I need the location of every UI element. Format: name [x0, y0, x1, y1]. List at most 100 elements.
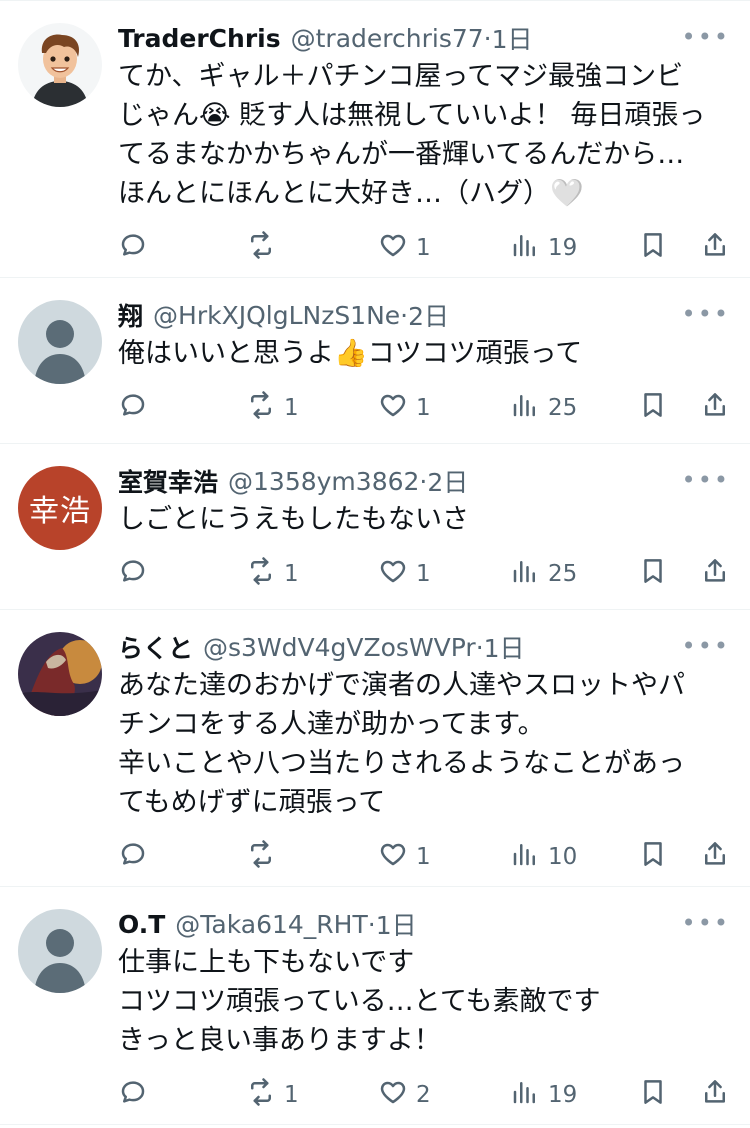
post[interactable]: 翔 @HrkXJQlgLNzS1Ne · 2日 ••• 俺はいいと思うよ👍コツコ… [0, 278, 750, 444]
bookmark-button[interactable] [638, 839, 668, 875]
reply-button[interactable] [118, 390, 156, 426]
timestamp[interactable]: 1日 [492, 20, 533, 56]
display-name[interactable]: O.T [118, 910, 165, 939]
share-button[interactable] [700, 839, 730, 875]
bookmark-button[interactable] [638, 1077, 668, 1113]
handle[interactable]: @HrkXJQlgLNzS1Ne [153, 301, 400, 330]
more-options-icon[interactable]: ••• [682, 909, 730, 937]
more-options-icon[interactable]: ••• [682, 23, 730, 51]
repost-button[interactable]: 1 [246, 390, 299, 426]
avatar[interactable] [18, 909, 102, 993]
repost-icon [246, 556, 276, 592]
share-button[interactable] [700, 230, 730, 266]
repost-button[interactable]: 1 [246, 556, 299, 592]
heart-icon [378, 556, 408, 592]
views-count: 25 [548, 395, 578, 421]
share-button[interactable] [700, 556, 730, 592]
display-name[interactable]: 室賀幸浩 [118, 463, 218, 499]
views-button[interactable]: 19 [510, 230, 577, 266]
time-separator: · [400, 300, 409, 330]
reply-feed: TraderChris @traderchris77 · 1日 ••• てか、ギ… [0, 0, 750, 1125]
heart-icon [378, 1077, 408, 1113]
post-text: 俺はいいと思うよ👍コツコツ頑張って [118, 338, 583, 369]
bookmark-icon [638, 230, 668, 266]
more-options-icon[interactable]: ••• [682, 300, 730, 328]
post[interactable]: らくと @s3WdV4gVZosWVPr · 1日 ••• あなた達のおかげで演… [0, 610, 750, 887]
avatar-text: 幸浩 [29, 494, 91, 529]
more-options-icon[interactable]: ••• [682, 632, 730, 660]
time-separator: · [483, 23, 492, 53]
views-button[interactable]: 25 [510, 390, 577, 426]
post-text: あなた達のおかげで演者の人達やスロットやパチンコをする人達が助かってます。 辛い… [118, 670, 685, 818]
like-button[interactable]: 1 [378, 390, 431, 426]
post[interactable]: TraderChris @traderchris77 · 1日 ••• てか、ギ… [0, 0, 750, 278]
reply-button[interactable] [118, 839, 156, 875]
like-button[interactable]: 1 [378, 839, 431, 875]
handle[interactable]: @traderchris77 [291, 24, 484, 53]
reply-icon [118, 1077, 148, 1113]
likes-count: 2 [416, 1082, 431, 1108]
heart-icon [378, 390, 408, 426]
bookmark-button[interactable] [638, 230, 668, 266]
post-text: 仕事に上も下もないです コツコツ頑張っている…とても素敵です きっと良い事ありま… [118, 947, 601, 1056]
default-avatar-icon [18, 300, 102, 384]
bookmark-button[interactable] [638, 556, 668, 592]
avatar[interactable] [18, 23, 102, 107]
reply-icon [118, 839, 148, 875]
timestamp[interactable]: 2日 [408, 297, 449, 333]
repost-icon [246, 839, 276, 875]
display-name[interactable]: TraderChris [118, 24, 281, 53]
post-text: てか、ギャル＋パチンコ屋ってマジ最強コンビじゃん😭 貶す人は無視していいよ！ 毎… [118, 61, 706, 209]
bookmark-icon [638, 839, 668, 875]
share-button[interactable] [700, 390, 730, 426]
timestamp[interactable]: 2日 [427, 463, 468, 499]
handle[interactable]: @1358ym3862 [228, 467, 419, 496]
heart-icon [378, 230, 408, 266]
post[interactable]: O.T @Taka614_RHT · 1日 ••• 仕事に上も下もないです コツ… [0, 887, 750, 1125]
handle[interactable]: @s3WdV4gVZosWVPr [203, 633, 476, 662]
views-button[interactable]: 10 [510, 839, 577, 875]
bookmark-button[interactable] [638, 390, 668, 426]
avatar[interactable] [18, 300, 102, 384]
likes-count: 1 [416, 235, 431, 261]
views-button[interactable]: 19 [510, 1077, 577, 1113]
handle[interactable]: @Taka614_RHT [175, 910, 367, 939]
views-icon [510, 839, 540, 875]
repost-button[interactable]: 1 [246, 1077, 299, 1113]
post-header: TraderChris @traderchris77 · 1日 [118, 19, 730, 57]
action-bar: 1 2 19 [118, 1060, 730, 1128]
timestamp[interactable]: 1日 [376, 906, 417, 942]
time-separator: · [367, 909, 376, 939]
reply-button[interactable] [118, 230, 156, 266]
views-count: 25 [548, 561, 578, 587]
post[interactable]: 幸浩 室賀幸浩 @1358ym3862 · 2日 ••• しごとにうえもしたもな… [0, 444, 750, 610]
avatar-illustration-icon [18, 632, 102, 716]
views-icon [510, 390, 540, 426]
avatar[interactable]: 幸浩 [18, 466, 102, 550]
more-options-icon[interactable]: ••• [682, 466, 730, 494]
action-bar: 1 10 [118, 822, 730, 892]
repost-button[interactable] [246, 839, 284, 875]
views-button[interactable]: 25 [510, 556, 577, 592]
like-button[interactable]: 1 [378, 556, 431, 592]
like-button[interactable]: 1 [378, 230, 431, 266]
repost-button[interactable] [246, 230, 284, 266]
reposts-count: 1 [284, 561, 299, 587]
reposts-count: 1 [284, 1082, 299, 1108]
display-name[interactable]: らくと [118, 629, 193, 665]
reply-button[interactable] [118, 556, 156, 592]
reply-button[interactable] [118, 1077, 156, 1113]
share-icon [700, 556, 730, 592]
post-header: らくと @s3WdV4gVZosWVPr · 1日 [118, 628, 730, 666]
share-button[interactable] [700, 1077, 730, 1113]
views-icon [510, 556, 540, 592]
timestamp[interactable]: 1日 [484, 629, 525, 665]
reply-icon [118, 230, 148, 266]
display-name[interactable]: 翔 [118, 297, 143, 333]
bookmark-icon [638, 556, 668, 592]
action-bar: 1 1 25 [118, 539, 730, 609]
avatar[interactable] [18, 632, 102, 716]
action-bar: 1 1 25 [118, 373, 730, 443]
likes-count: 1 [416, 561, 431, 587]
like-button[interactable]: 2 [378, 1077, 431, 1113]
